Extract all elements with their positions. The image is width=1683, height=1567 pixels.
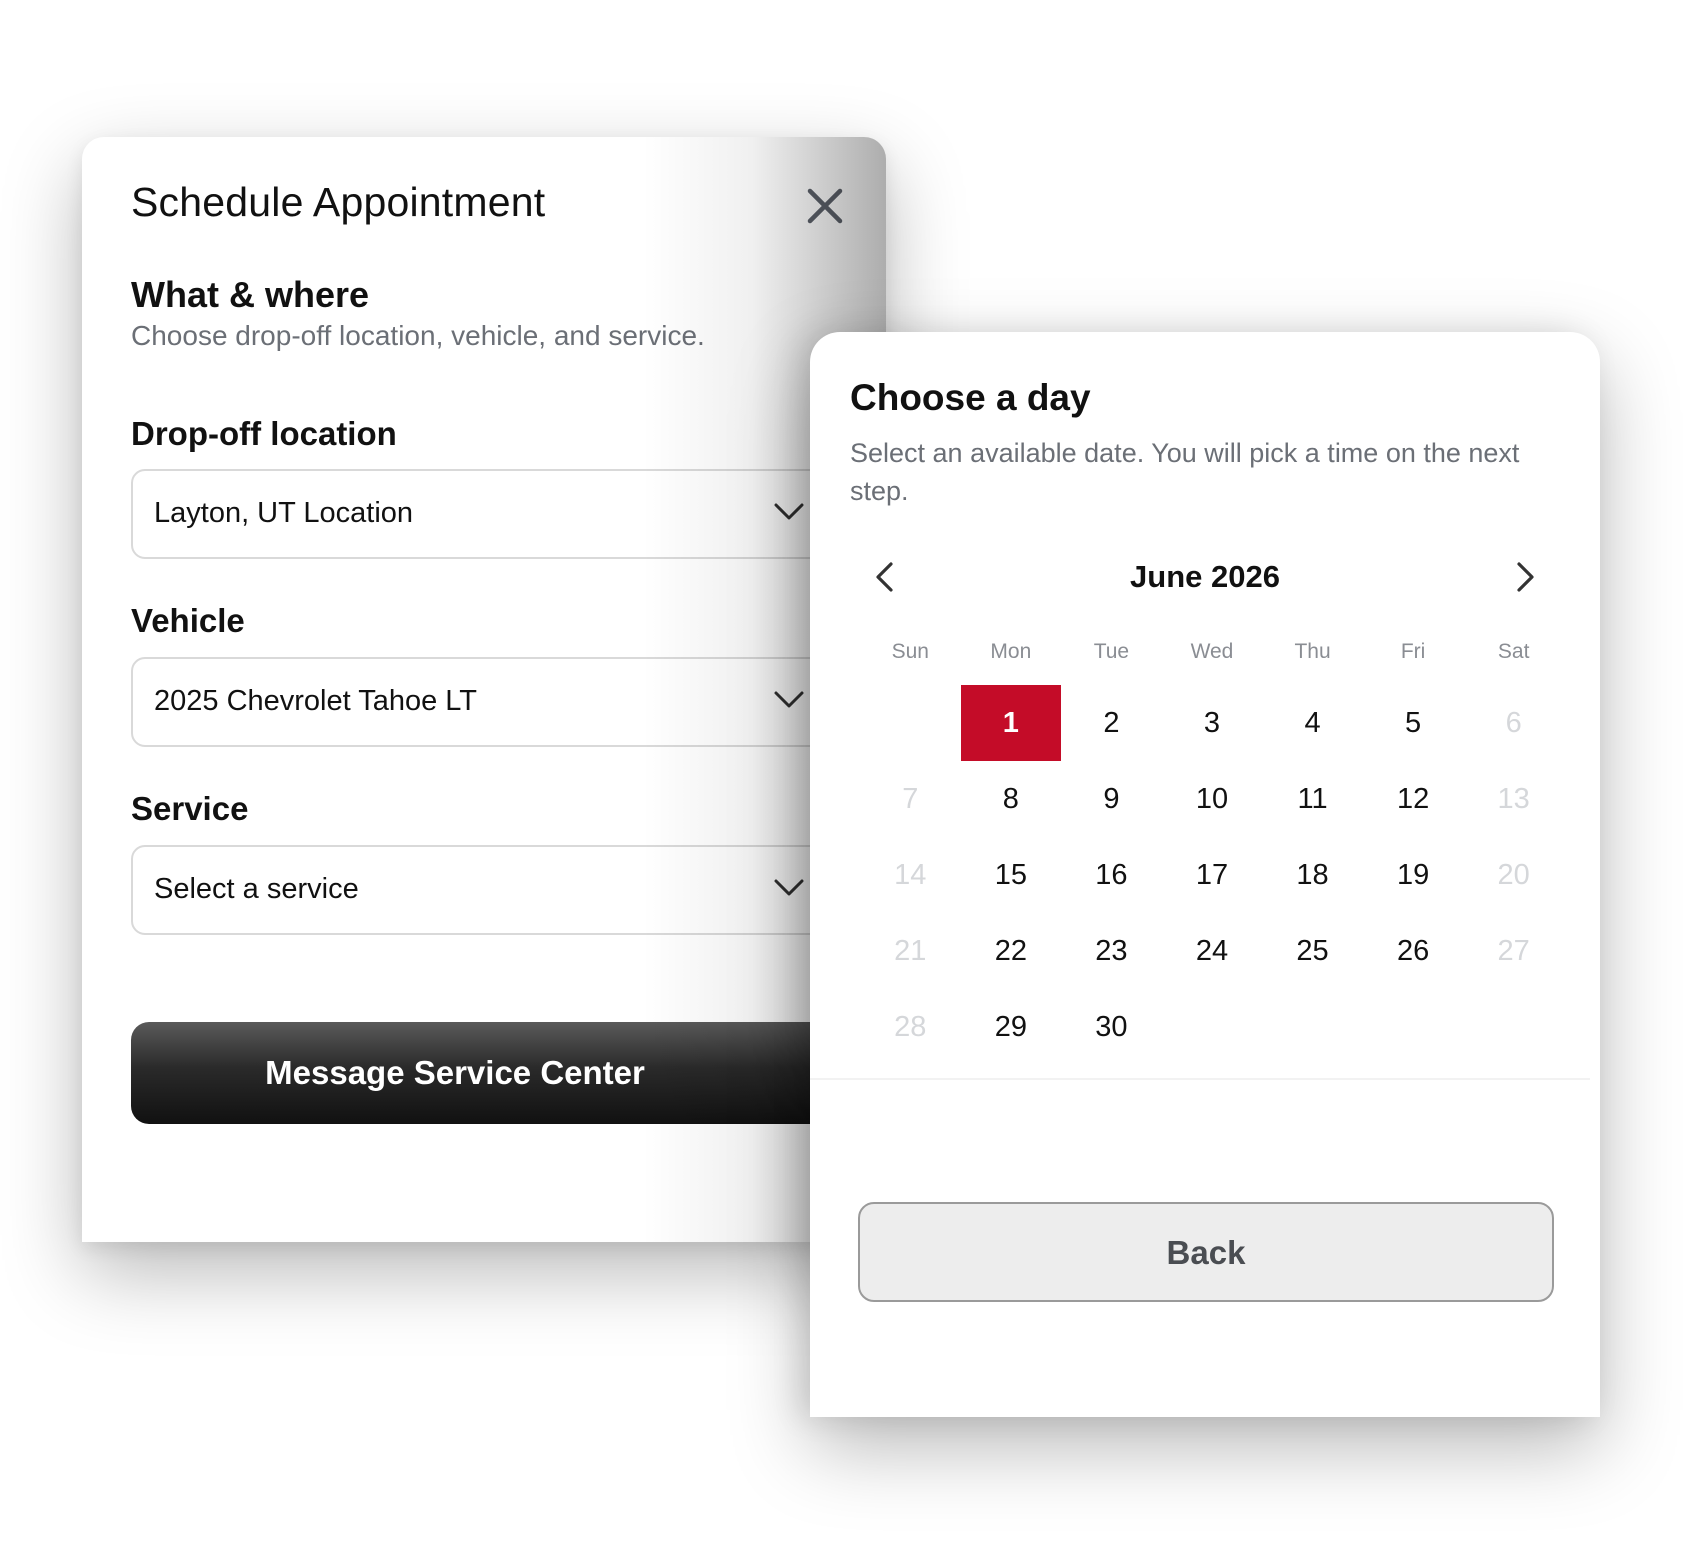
day-cell: 20 — [1497, 858, 1530, 891]
day-cell[interactable]: 17 — [1162, 837, 1263, 913]
weekday-label: Fri — [1400, 640, 1426, 663]
back-button[interactable]: Back — [858, 1202, 1554, 1302]
day-cell: 27 — [1497, 934, 1530, 967]
day-cell[interactable]: 8 — [961, 761, 1062, 837]
section-subtitle: Choose drop-off location, vehicle, and s… — [131, 320, 705, 351]
close-button[interactable] — [800, 181, 850, 231]
drop-off-location-value: Layton, UT Location — [154, 497, 414, 529]
drop-off-location-label: Drop-off location — [131, 415, 397, 452]
calendar-grid: 1 2 3 4 5 6 7 8 9 10 11 12 13 14 15 16 17 18 19 20 21 22 23 24 2… — [860, 685, 1564, 1065]
day-cell[interactable]: 16 — [1061, 837, 1162, 913]
day-cell: 28 — [894, 1010, 927, 1043]
weekday-label: Mon — [990, 640, 1032, 663]
weekday-label: Tue — [1093, 640, 1130, 663]
message-service-center-button[interactable]: Message Service Center — [131, 1022, 851, 1124]
divider — [810, 1078, 1590, 1080]
day-cell: 13 — [1497, 782, 1530, 815]
empty-day-cell — [860, 685, 961, 761]
day-cell: 21 — [894, 934, 927, 967]
next-month-button[interactable] — [1505, 557, 1545, 597]
day-cell[interactable]: 9 — [1061, 761, 1162, 837]
section-heading: What & where — [131, 274, 370, 315]
day-cell[interactable]: 2 — [1061, 685, 1162, 761]
day-cell[interactable]: 11 — [1262, 761, 1363, 837]
day-cell[interactable]: 19 — [1363, 837, 1464, 913]
card-title: Choose a day — [850, 377, 1091, 418]
weekday-label: Thu — [1294, 640, 1331, 663]
day-cell: 14 — [894, 858, 927, 891]
service-label: Service — [131, 790, 249, 827]
vehicle-select[interactable]: 2025 Chevrolet Tahoe LT — [131, 657, 851, 747]
message-service-center-label: Message Service Center — [265, 1054, 645, 1091]
day-cell[interactable]: 22 — [961, 913, 1062, 989]
schedule-appointment-modal: Schedule Appointment What & where Choose… — [82, 137, 886, 1242]
vehicle-value: 2025 Chevrolet Tahoe LT — [154, 685, 477, 717]
choose-day-card: Choose a day Select an available date. Y… — [810, 332, 1600, 1417]
chevron-down-icon — [774, 879, 804, 896]
day-cell[interactable]: 5 — [1363, 685, 1464, 761]
day-cell-selected[interactable]: 1 — [960, 685, 1062, 761]
month-label: June 2026 — [1130, 559, 1280, 594]
chevron-right-icon — [1517, 562, 1534, 592]
day-cell[interactable]: 4 — [1262, 685, 1363, 761]
day-cell[interactable]: 29 — [961, 989, 1062, 1065]
drop-off-location-select[interactable]: Layton, UT Location — [131, 469, 851, 559]
day-cell[interactable]: 15 — [961, 837, 1062, 913]
day-cell: 6 — [1505, 706, 1522, 739]
day-cell[interactable]: 24 — [1162, 913, 1263, 989]
card-subtitle: Select an available date. You will pick … — [850, 438, 1520, 506]
day-cell[interactable]: 23 — [1061, 913, 1162, 989]
weekday-label: Wed — [1190, 640, 1234, 663]
chevron-down-icon — [774, 691, 804, 708]
service-value: Select a service — [154, 873, 359, 905]
day-cell[interactable]: 3 — [1162, 685, 1263, 761]
vehicle-label: Vehicle — [131, 602, 245, 639]
day-cell[interactable]: 30 — [1061, 989, 1162, 1065]
weekday-header: Sun Mon Tue Wed Thu Fri Sat — [860, 640, 1564, 664]
day-cell[interactable]: 26 — [1363, 913, 1464, 989]
close-icon — [807, 188, 843, 224]
service-select[interactable]: Select a service — [131, 845, 851, 935]
day-cell[interactable]: 25 — [1262, 913, 1363, 989]
day-cell[interactable]: 10 — [1162, 761, 1263, 837]
day-cell: 7 — [902, 782, 919, 815]
back-button-label: Back — [1166, 1234, 1246, 1271]
weekday-label: Sun — [891, 640, 929, 663]
day-cell[interactable]: 12 — [1363, 761, 1464, 837]
day-cell[interactable]: 18 — [1262, 837, 1363, 913]
modal-title: Schedule Appointment — [131, 179, 546, 225]
weekday-label: Sat — [1497, 640, 1530, 663]
chevron-down-icon — [774, 503, 804, 520]
